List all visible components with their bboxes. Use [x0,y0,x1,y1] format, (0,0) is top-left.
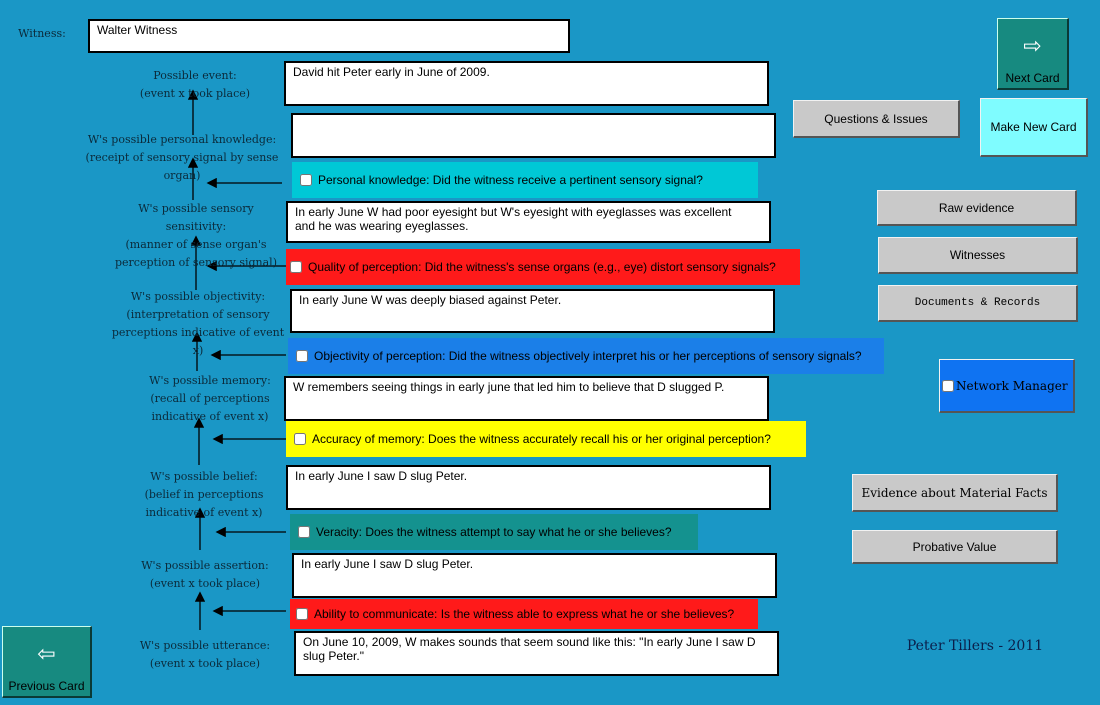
level-label-utterance: W's possible utterance: (event x took pl… [139,639,271,670]
witnesses-button[interactable]: Witnesses [878,237,1078,274]
question-veracity-text: Veracity: Does the witness attempt to sa… [316,525,672,539]
question-objectivity: Objectivity of perception: Did the witne… [288,338,884,374]
veracity-checkbox[interactable] [298,526,310,538]
documents-records-button[interactable]: Documents & Records [878,285,1078,322]
question-objectivity-text: Objectivity of perception: Did the witne… [314,349,862,363]
previous-card-label: Previous Card [8,679,85,693]
questions-issues-button[interactable]: Questions & Issues [793,100,960,138]
accuracy-of-memory-checkbox[interactable] [294,433,306,445]
question-personal-knowledge: Personal knowledge: Did the witness rece… [292,162,758,198]
memory-field[interactable]: W remembers seeing things in early june … [284,376,769,421]
level-label-assertion: W's possible assertion: (event x took pl… [141,559,269,590]
level-label-objectivity: W's possible objectivity: (interpretatio… [111,290,285,357]
question-personal-knowledge-text: Personal knowledge: Did the witness rece… [318,173,703,187]
question-ability-to-communicate-text: Ability to communicate: Is the witness a… [314,607,735,621]
probative-value-button[interactable]: Probative Value [852,530,1058,564]
question-veracity: Veracity: Does the witness attempt to sa… [290,514,698,550]
witness-name-field[interactable]: Walter Witness [88,19,570,53]
arrow-right-icon: ⇨ [1023,33,1042,58]
objectivity-field[interactable]: In early June W was deeply biased agains… [290,289,775,333]
network-manager-checkbox[interactable] [942,379,954,392]
make-new-card-button[interactable]: Make New Card [980,98,1088,157]
level-label-personal-knowledge: W's possible personal knowledge: (receip… [85,133,279,182]
question-quality-of-perception-text: Quality of perception: Did the witness's… [308,260,776,274]
question-accuracy-of-memory-text: Accuracy of memory: Does the witness acc… [312,432,771,446]
ability-to-communicate-checkbox[interactable] [296,608,308,620]
question-ability-to-communicate: Ability to communicate: Is the witness a… [290,599,758,629]
raw-evidence-button[interactable]: Raw evidence [877,190,1077,226]
level-label-sensory-sensitivity: W's possible sensory sensitivity: (manne… [115,202,277,269]
next-card-button[interactable]: ⇨ Next Card [997,18,1069,90]
event-field[interactable]: David hit Peter early in June of 2009. [284,61,769,106]
network-manager-button[interactable]: Network Manager [939,359,1075,413]
level-label-event: Possible event: (event x took place) [139,69,251,100]
network-manager-label: Network Manager [956,378,1068,393]
level-label-memory: W's possible memory: (recall of percepti… [149,374,271,423]
belief-field[interactable]: In early June I saw D slug Peter. [286,465,771,510]
question-accuracy-of-memory: Accuracy of memory: Does the witness acc… [286,421,806,457]
evidence-material-facts-button[interactable]: Evidence about Material Facts [852,474,1058,512]
next-card-label: Next Card [1005,71,1060,85]
previous-card-button[interactable]: ⇦ Previous Card [2,626,92,698]
quality-of-perception-checkbox[interactable] [290,261,302,273]
question-quality-of-perception: Quality of perception: Did the witness's… [286,249,800,285]
level-label-belief: W's possible belief: (belief in percepti… [144,470,264,519]
witness-label: Witness: [18,27,66,40]
sensory-sensitivity-field[interactable]: In early June W had poor eyesight but W'… [286,201,771,243]
assertion-field[interactable]: In early June I saw D slug Peter. [292,553,777,598]
personal-knowledge-field[interactable] [291,113,776,158]
utterance-field[interactable]: On June 10, 2009, W makes sounds that se… [294,631,779,676]
personal-knowledge-checkbox[interactable] [300,174,312,186]
credit-text: Peter Tillers - 2011 [906,638,1044,654]
objectivity-checkbox[interactable] [296,350,308,362]
arrow-left-icon: ⇦ [37,641,56,666]
